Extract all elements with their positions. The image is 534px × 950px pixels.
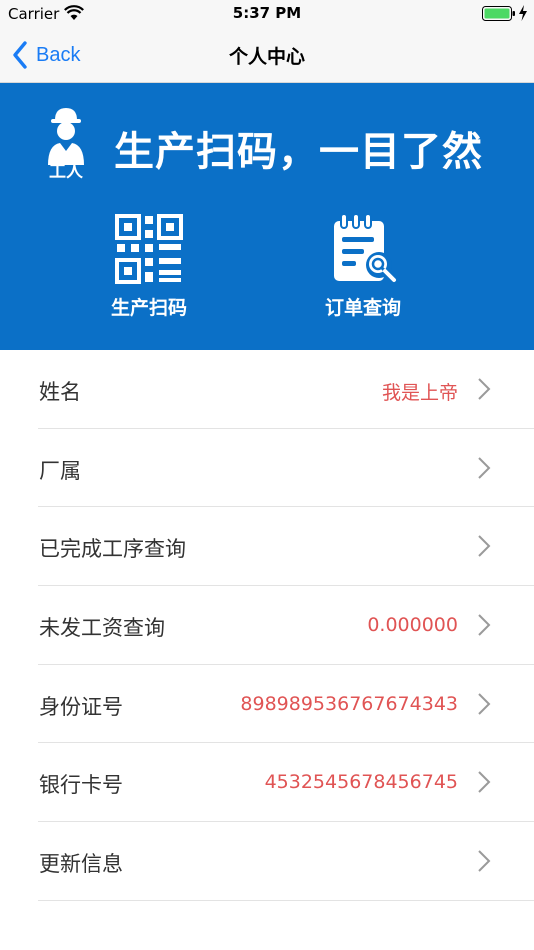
qr-code-icon [115,214,183,284]
chevron-right-icon [478,693,491,715]
banner-slogan: 生产扫码，一目了然 [114,129,483,175]
order-search-icon [334,213,396,282]
status-time: 5:37 PM [232,4,302,22]
list-item-name[interactable]: 姓名 我是上帝 [0,350,534,429]
list-item-unpaid-wages[interactable]: 未发工资查询 0.000000 [0,586,534,665]
row-value: 0.000000 [367,614,458,637]
row-value: 我是上帝 [381,382,458,404]
chevron-right-icon [478,614,491,636]
list-item-completed-process[interactable]: 已完成工序查询 [0,507,534,587]
order-query-label: 订单查询 [324,297,401,319]
navigation-bar: Back 个人中心 [0,28,534,83]
chevron-right-icon [478,771,491,794]
chevron-right-icon [478,850,491,872]
chevron-right-icon [478,378,491,400]
row-value: 4532545678456745 [264,771,458,794]
scan-production-button[interactable]: 生产扫码 [84,213,214,320]
charging-bolt-icon [519,5,527,21]
chevron-right-icon [478,535,491,558]
status-bar: Carrier 5:37 PM [0,0,534,28]
scan-production-label: 生产扫码 [110,297,187,319]
row-label: 更新信息 [39,852,123,877]
profile-info-list: 姓名 我是上帝 厂属 已完成工序查询 未发工资查询 0.000000 身份证号 … [0,350,534,901]
order-query-button[interactable]: 订单查询 [298,213,428,320]
list-item-factory[interactable]: 厂属 [0,428,534,508]
header-banner: 工人 生产扫码，一目了然 生产扫码 订单查询 [0,83,534,350]
list-item-update-info[interactable]: 更新信息 [0,822,534,901]
list-item-id-number[interactable]: 身份证号 898989536767674343 [0,664,534,744]
row-label: 厂属 [39,458,81,483]
row-label: 姓名 [39,380,81,404]
row-label: 银行卡号 [39,773,123,798]
page-title: 个人中心 [228,46,305,68]
row-label: 身份证号 [39,694,123,719]
chevron-right-icon [478,456,491,479]
list-item-bank-card[interactable]: 银行卡号 4532545678456745 [0,743,534,823]
battery-icon [482,6,515,21]
row-label: 未发工资查询 [39,616,165,641]
row-label: 已完成工序查询 [39,537,186,562]
row-value: 898989536767674343 [240,692,458,715]
worker-label: 工人 [49,162,83,182]
